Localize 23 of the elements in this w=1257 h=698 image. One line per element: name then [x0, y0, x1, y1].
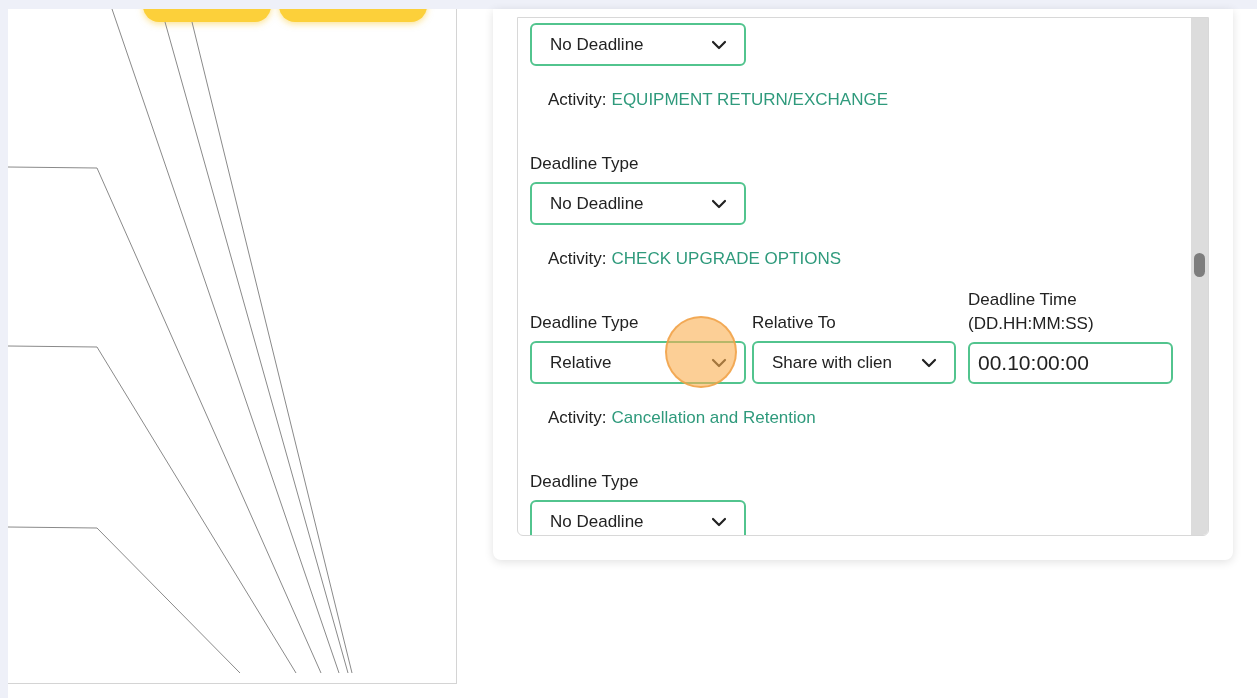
activity-name: EQUIPMENT RETURN/EXCHANGE	[611, 89, 888, 112]
field-label: Deadline Type	[530, 312, 639, 334]
chevron-down-icon	[922, 358, 936, 367]
field-label: Deadline Type	[530, 153, 639, 175]
deadline-time-field[interactable]: 00.10:00:00	[968, 342, 1173, 384]
activity-name: CHECK UPGRADE OPTIONS	[611, 248, 842, 271]
activity-name: Cancellation and Retention	[611, 407, 816, 430]
field-label: Deadline Time (DD.HH:MM:SS)	[968, 289, 1095, 335]
chevron-down-icon	[712, 358, 726, 367]
dropdown[interactable]: Share with clien	[752, 341, 956, 384]
field-label: Deadline Type	[530, 471, 639, 493]
activity-label: Activity:	[548, 248, 607, 271]
chevron-down-icon	[712, 517, 726, 526]
activity-label: Activity:	[548, 407, 607, 430]
dropdown[interactable]: No Deadline	[530, 500, 746, 535]
dropdown[interactable]: Relative	[530, 341, 746, 384]
field-label: Relative To	[752, 312, 836, 334]
dropdown[interactable]: No Deadline	[530, 23, 746, 66]
activity-label: Activity:	[548, 89, 607, 112]
chevron-down-icon	[712, 40, 726, 49]
dropdown[interactable]: No Deadline	[530, 182, 746, 225]
chevron-down-icon	[712, 199, 726, 208]
scrollbar-thumb[interactable]	[1194, 253, 1205, 277]
